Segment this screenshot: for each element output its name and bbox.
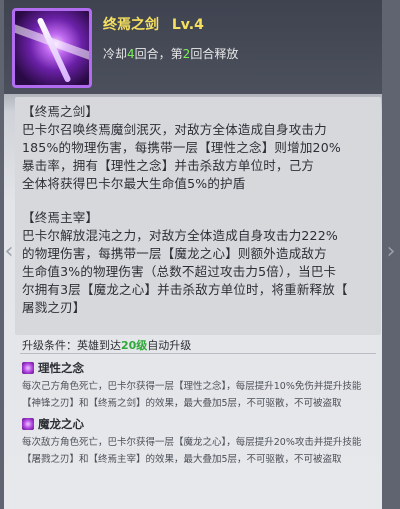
skill-description: 【终焉之剑】 巴卡尔召唤终焉魔剑泯灭，对敌方全体造成自身攻击力 185%的物理伤…	[22, 103, 372, 317]
dragon-heart-buff-icon	[22, 418, 34, 430]
section2-line: 的物理伤害，每携带一层【魔龙之心】则额外造成敌方	[22, 246, 327, 261]
upgrade-level: 20级	[121, 339, 148, 352]
passive-description-dragon-heart: 每次敌方角色死亡，巴卡尔获得一层【魔龙之心】，每层提升20%攻击并提升技能 【屠…	[22, 434, 380, 468]
skill-level: Lv.4	[171, 17, 204, 33]
section2-line: 尔拥有3层【魔龙之心】并击杀敌方单位时，将重新释放【	[22, 282, 348, 297]
passive-line: 每次己方角色死亡，巴卡尔获得一层【理性之念】，每层提升10%免伤并提升技能	[22, 381, 362, 392]
section1-title: 【终焉之剑】	[22, 104, 99, 119]
reason-buff-icon	[22, 362, 34, 374]
section2-line: 巴卡尔解放混沌之力，对敌方全体造成自身攻击力222%	[22, 228, 338, 243]
passive-line: 每次敌方角色死亡，巴卡尔获得一层【魔龙之心】，每层提升20%攻击并提升技能	[22, 437, 362, 448]
upgrade-label: 升级条件：英雄到达	[22, 339, 121, 352]
left-arrow-decoration-icon: ‹	[4, 239, 14, 264]
passive-title-reason: 理性之念	[22, 360, 84, 376]
cooldown-info: 冷却4回合，第2回合释放	[103, 45, 238, 62]
upgrade-condition: 升级条件：英雄到达20级自动升级	[22, 337, 191, 353]
section2-title: 【终焉主宰】	[22, 210, 99, 225]
cooldown-mid: 回合，第	[134, 47, 183, 61]
skill-name: 终焉之剑	[103, 17, 159, 33]
passive-line: 【屠戮之刃】和【终焉主宰】的效果，最大叠加5层，不可驱散，不可被盗取	[22, 454, 342, 465]
right-arrow-decoration-icon: ›	[386, 239, 396, 264]
cooldown-value: 4	[127, 47, 135, 61]
skill-title: 终焉之剑 Lv.4	[103, 14, 204, 34]
cooldown-suffix: 回合释放	[190, 47, 239, 61]
cooldown-label: 冷却	[103, 47, 128, 61]
passive-line: 【神锋之刃】和【终焉之剑】的效果，最大叠加5层，不可驱散，不可被盗取	[22, 398, 342, 409]
section1-line: 185%的物理伤害，每携带一层【理性之念】则增加20%	[22, 140, 341, 155]
section1-line: 巴卡尔召唤终焉魔剑泯灭，对敌方全体造成自身攻击力	[22, 122, 327, 137]
divider	[20, 353, 376, 354]
section1-line: 全体将获得巴卡尔最大生命值5%的护盾	[22, 176, 246, 191]
section2-line: 生命值3%的物理伤害（总数不超过攻击力5倍），当巴卡	[22, 264, 337, 279]
passive-name: 魔龙之心	[38, 417, 84, 431]
passive-title-dragon-heart: 魔龙之心	[22, 416, 84, 432]
section2-line: 屠戮之刃】	[22, 300, 86, 315]
upgrade-suffix: 自动升级	[147, 339, 192, 352]
passive-description-reason: 每次己方角色死亡，巴卡尔获得一层【理性之念】，每层提升10%免伤并提升技能 【神…	[22, 378, 380, 412]
section1-line: 暴击率，拥有【理性之念】并击杀敌方单位时，己方	[22, 158, 315, 173]
passive-name: 理性之念	[38, 361, 84, 375]
skill-icon	[12, 8, 92, 88]
